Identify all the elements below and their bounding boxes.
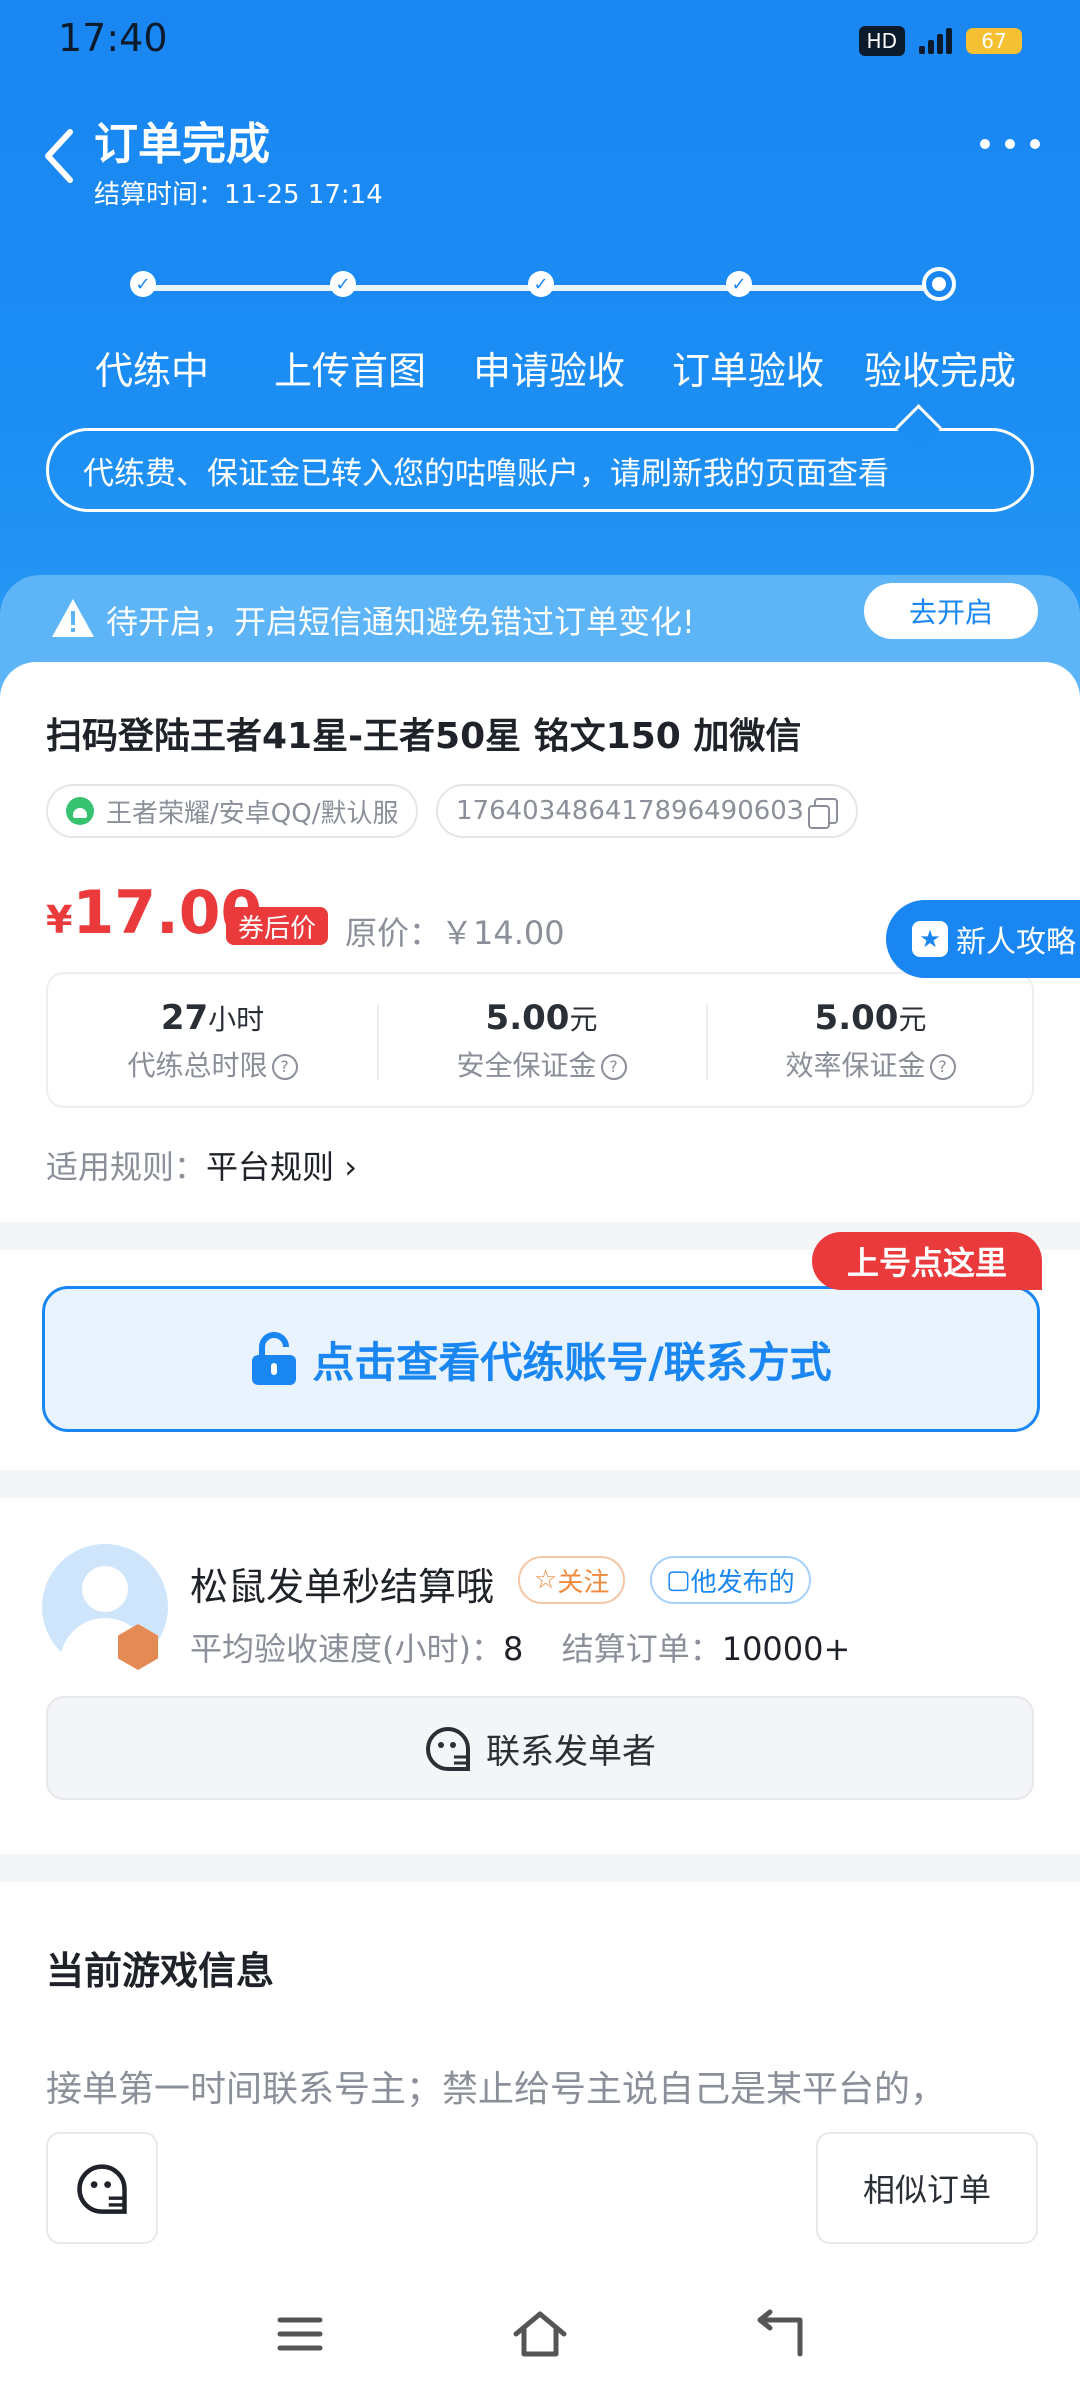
follow-button[interactable]: ☆ 关注	[518, 1556, 626, 1604]
rules-row: 适用规则：平台规则 ›	[46, 1142, 357, 1188]
battery-icon: 67	[966, 28, 1022, 54]
step-done-icon: ✓	[528, 271, 554, 297]
stat-value: 27	[160, 998, 209, 1038]
coupon-badge: 券后价	[226, 907, 329, 945]
contact-label: 联系发单者	[486, 1731, 656, 1772]
step-label: 验收完成	[864, 349, 1017, 393]
page-title: 订单完成	[94, 119, 270, 170]
game-tag-label: 王者荣耀/安卓QQ/默认服	[106, 798, 399, 829]
chat-icon	[426, 1726, 470, 1771]
help-icon[interactable]: ?	[271, 1054, 298, 1080]
step-current-icon	[922, 267, 956, 301]
chat-icon	[77, 2164, 127, 2214]
progress-steps: 代练中 上传首图 申请验收 订单验收 验收完成	[0, 340, 1080, 400]
back-nav-icon[interactable]	[750, 2306, 810, 2362]
publisher-meta: 平均验收速度(小时)：8 结算订单：10000+	[190, 1624, 850, 1670]
step-label: 订单验收	[672, 349, 825, 393]
document-icon: ▢	[666, 1565, 691, 1595]
price-symbol: ¥	[46, 898, 73, 942]
warning-icon	[52, 599, 94, 637]
order-id: 17640348641789649060З	[456, 796, 804, 826]
order-title: 扫码登陆王者41星-王者50星 铭文150 加微信	[46, 716, 802, 757]
notice-text: 代练费、保证金已转入您的咕噜账户，请刷新我的页面查看	[83, 455, 889, 492]
stat-label: 效率保证金	[785, 1049, 926, 1082]
notice-bubble: 代练费、保证金已转入您的咕噜账户，请刷新我的页面查看	[46, 428, 1034, 512]
speed-label: 平均验收速度(小时)：	[190, 1630, 503, 1668]
speed-value: 8	[502, 1630, 524, 1668]
newbie-guide-button[interactable]: ★ 新人攻略	[886, 900, 1080, 978]
stat-unit: 小时	[208, 1003, 265, 1036]
contact-publisher-button[interactable]: 联系发单者	[46, 1696, 1034, 1800]
hd-badge: HD	[858, 26, 905, 56]
rules-label: 适用规则：	[46, 1148, 207, 1186]
signal-icon	[919, 28, 952, 54]
similar-orders-button[interactable]: 相似订单	[816, 2132, 1038, 2244]
status-time: 17:40	[58, 16, 168, 60]
section-title: 当前游戏信息	[46, 1949, 275, 1993]
platform-rules-link[interactable]: 平台规则	[206, 1148, 334, 1186]
enable-sms-button[interactable]: 去开启	[864, 583, 1038, 639]
stat-safety-deposit: 5.00元 安全保证金?	[377, 974, 706, 1110]
status-icons: HD 67	[858, 26, 1022, 56]
publisher-name: 松鼠发单秒结算哦	[190, 1565, 495, 1609]
orders-label: 结算订单：	[561, 1630, 722, 1668]
login-here-badge: 上号点这里	[812, 1232, 1042, 1290]
copy-icon[interactable]	[807, 798, 838, 829]
top-nav: 订单完成 结算时间：11-25 17:14	[0, 104, 1080, 214]
back-arrow-icon[interactable]	[40, 126, 80, 186]
original-price: 原价：￥14.00	[345, 914, 565, 952]
publisher-card	[0, 1498, 1080, 1854]
game-tag: 王者荣耀/安卓QQ/默认服	[46, 784, 419, 838]
chevron-right-icon: ›	[334, 1148, 357, 1186]
step-done-icon: ✓	[726, 271, 752, 297]
order-id-tag[interactable]: 17640348641789649060З	[436, 784, 858, 838]
stat-label: 代练总时限	[127, 1049, 268, 1082]
stat-unit: 元	[569, 1003, 598, 1036]
unlock-icon	[252, 1332, 297, 1385]
stat-value: 5.00	[814, 998, 899, 1038]
guide-label: 新人攻略	[956, 925, 1076, 960]
step-done-icon: ✓	[330, 271, 356, 297]
android-icon	[66, 797, 94, 825]
system-nav-bar	[0, 2262, 1080, 2400]
customer-service-button[interactable]	[46, 2132, 158, 2244]
stat-efficiency-deposit: 5.00元 效率保证金?	[706, 974, 1035, 1110]
help-icon[interactable]: ?	[929, 1054, 956, 1080]
step-done-icon: ✓	[130, 271, 156, 297]
battery-level: 67	[981, 29, 1007, 53]
stat-label: 安全保证金	[456, 1049, 597, 1082]
menu-icon[interactable]	[270, 2306, 330, 2362]
stat-value: 5.00	[485, 998, 570, 1038]
step-label: 上传首图	[274, 349, 427, 393]
follow-label: 关注	[557, 1567, 610, 1598]
view-account-label: 点击查看代练账号/联系方式	[312, 1337, 832, 1387]
view-account-button[interactable]: 点击查看代练账号/联系方式	[42, 1286, 1040, 1432]
settle-time: 结算时间：11-25 17:14	[94, 180, 383, 210]
status-bar: 17:40 HD 67	[0, 0, 1080, 80]
order-stats: 27小时 代练总时限? 5.00元 安全保证金? 5.00元 效率保证金?	[46, 972, 1034, 1108]
his-posts-button[interactable]: ▢ 他发布的	[650, 1556, 811, 1604]
more-options-icon[interactable]	[980, 134, 1040, 154]
home-icon[interactable]	[510, 2306, 570, 2362]
orders-value: 10000+	[721, 1630, 851, 1668]
stat-time-limit: 27小时 代练总时限?	[48, 974, 377, 1110]
stat-unit: 元	[898, 1003, 927, 1036]
help-icon[interactable]: ?	[600, 1054, 627, 1080]
sms-banner-text: 待开启，开启短信通知避免错过订单变化!	[106, 603, 695, 641]
step-label: 代练中	[95, 349, 210, 393]
game-info-text: 接单第一时间联系号主；禁止给号主说自己是某平台的，	[46, 2069, 947, 2110]
star-icon: ★	[912, 921, 948, 957]
star-outline-icon: ☆	[534, 1565, 558, 1595]
step-label: 申请验收	[473, 349, 626, 393]
his-posts-label: 他发布的	[690, 1567, 795, 1598]
